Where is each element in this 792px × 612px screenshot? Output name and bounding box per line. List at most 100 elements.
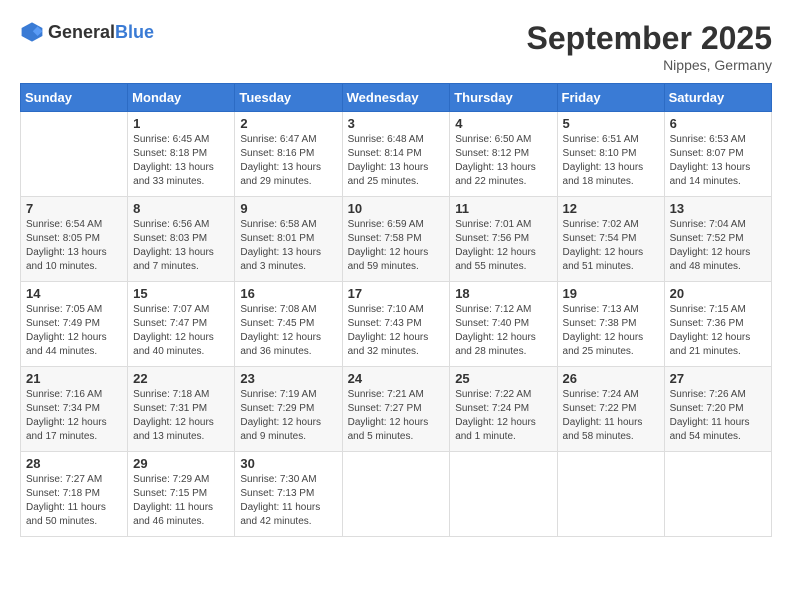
day-number: 1 <box>133 116 229 131</box>
calendar-cell: 12Sunrise: 7:02 AMSunset: 7:54 PMDayligh… <box>557 197 664 282</box>
day-info: Sunrise: 7:27 AMSunset: 7:18 PMDaylight:… <box>26 473 122 529</box>
calendar-header: SundayMondayTuesdayWednesdayThursdayFrid… <box>21 84 772 112</box>
day-info: Sunrise: 7:04 AMSunset: 7:52 PMDaylight:… <box>670 218 766 274</box>
day-number: 22 <box>133 371 229 386</box>
day-info: Sunrise: 6:58 AMSunset: 8:01 PMDaylight:… <box>240 218 336 274</box>
day-number: 6 <box>670 116 766 131</box>
day-number: 27 <box>670 371 766 386</box>
day-info: Sunrise: 7:01 AMSunset: 7:56 PMDaylight:… <box>455 218 551 274</box>
day-info: Sunrise: 6:51 AMSunset: 8:10 PMDaylight:… <box>563 133 659 189</box>
day-number: 2 <box>240 116 336 131</box>
day-number: 7 <box>26 201 122 216</box>
calendar-week-row: 7 Sunrise: 6:54 AMSunset: 8:05 PMDaylight… <box>21 197 772 282</box>
calendar-cell <box>664 452 771 537</box>
day-number: 13 <box>670 201 766 216</box>
day-of-week-header: Saturday <box>664 84 771 112</box>
day-info: Sunrise: 7:30 AMSunset: 7:13 PMDaylight:… <box>240 473 336 529</box>
day-number: 17 <box>348 286 445 301</box>
day-info: Sunrise: 6:45 AMSunset: 8:18 PMDaylight:… <box>133 133 229 189</box>
location: Nippes, Germany <box>527 57 772 73</box>
calendar-cell: 10 Sunrise: 6:59 AMSunset: 7:58 PMDayligh… <box>342 197 450 282</box>
day-of-week-header: Thursday <box>450 84 557 112</box>
calendar-cell <box>342 452 450 537</box>
calendar-table: SundayMondayTuesdayWednesdayThursdayFrid… <box>20 83 772 537</box>
day-number: 11 <box>455 201 551 216</box>
calendar-cell: 16 Sunrise: 7:08 AMSunset: 7:45 PMDayligh… <box>235 282 342 367</box>
day-of-week-header: Tuesday <box>235 84 342 112</box>
calendar-cell: 23Sunrise: 7:19 AMSunset: 7:29 PMDayligh… <box>235 367 342 452</box>
calendar-cell: 1 Sunrise: 6:45 AMSunset: 8:18 PMDaylight… <box>128 112 235 197</box>
calendar-week-row: 21Sunrise: 7:16 AMSunset: 7:34 PMDayligh… <box>21 367 772 452</box>
day-info: Sunrise: 7:10 AMSunset: 7:43 PMDaylight:… <box>348 303 445 359</box>
day-of-week-header: Wednesday <box>342 84 450 112</box>
calendar-cell: 8 Sunrise: 6:56 AMSunset: 8:03 PMDaylight… <box>128 197 235 282</box>
day-number: 19 <box>563 286 659 301</box>
calendar-cell: 20 Sunrise: 7:15 AMSunset: 7:36 PMDayligh… <box>664 282 771 367</box>
calendar-cell: 30 Sunrise: 7:30 AMSunset: 7:13 PMDayligh… <box>235 452 342 537</box>
calendar-week-row: 28Sunrise: 7:27 AMSunset: 7:18 PMDayligh… <box>21 452 772 537</box>
calendar-cell <box>21 112 128 197</box>
day-number: 16 <box>240 286 336 301</box>
calendar-cell: 24 Sunrise: 7:21 AMSunset: 7:27 PMDayligh… <box>342 367 450 452</box>
calendar-cell: 18 Sunrise: 7:12 AMSunset: 7:40 PMDayligh… <box>450 282 557 367</box>
calendar-cell: 13 Sunrise: 7:04 AMSunset: 7:52 PMDayligh… <box>664 197 771 282</box>
day-info: Sunrise: 7:29 AMSunset: 7:15 PMDaylight:… <box>133 473 229 529</box>
day-number: 18 <box>455 286 551 301</box>
calendar-cell: 3 Sunrise: 6:48 AMSunset: 8:14 PMDaylight… <box>342 112 450 197</box>
day-number: 23 <box>240 371 336 386</box>
day-info: Sunrise: 6:48 AMSunset: 8:14 PMDaylight:… <box>348 133 445 189</box>
day-info: Sunrise: 7:07 AMSunset: 7:47 PMDaylight:… <box>133 303 229 359</box>
calendar-cell: 21Sunrise: 7:16 AMSunset: 7:34 PMDayligh… <box>21 367 128 452</box>
day-number: 21 <box>26 371 122 386</box>
day-number: 14 <box>26 286 122 301</box>
day-number: 25 <box>455 371 551 386</box>
day-info: Sunrise: 6:47 AMSunset: 8:16 PMDaylight:… <box>240 133 336 189</box>
day-info: Sunrise: 7:26 AMSunset: 7:20 PMDaylight:… <box>670 388 766 444</box>
month-title: September 2025 <box>527 20 772 57</box>
day-number: 20 <box>670 286 766 301</box>
day-number: 24 <box>348 371 445 386</box>
calendar-cell: 4 Sunrise: 6:50 AMSunset: 8:12 PMDaylight… <box>450 112 557 197</box>
day-info: Sunrise: 7:05 AMSunset: 7:49 PMDaylight:… <box>26 303 122 359</box>
calendar-cell <box>450 452 557 537</box>
day-of-week-header: Friday <box>557 84 664 112</box>
day-number: 10 <box>348 201 445 216</box>
calendar-cell: 14 Sunrise: 7:05 AMSunset: 7:49 PMDayligh… <box>21 282 128 367</box>
day-number: 3 <box>348 116 445 131</box>
day-of-week-header: Monday <box>128 84 235 112</box>
day-number: 8 <box>133 201 229 216</box>
calendar-cell: 27 Sunrise: 7:26 AMSunset: 7:20 PMDayligh… <box>664 367 771 452</box>
calendar-cell: 17 Sunrise: 7:10 AMSunset: 7:43 PMDayligh… <box>342 282 450 367</box>
calendar-cell: 11 Sunrise: 7:01 AMSunset: 7:56 PMDayligh… <box>450 197 557 282</box>
day-info: Sunrise: 7:18 AMSunset: 7:31 PMDaylight:… <box>133 388 229 444</box>
day-info: Sunrise: 6:50 AMSunset: 8:12 PMDaylight:… <box>455 133 551 189</box>
logo: GeneralBlue <box>20 20 154 44</box>
day-info: Sunrise: 7:02 AMSunset: 7:54 PMDaylight:… <box>563 218 659 274</box>
day-number: 26 <box>563 371 659 386</box>
day-number: 30 <box>240 456 336 471</box>
day-info: Sunrise: 7:21 AMSunset: 7:27 PMDaylight:… <box>348 388 445 444</box>
day-of-week-header: Sunday <box>21 84 128 112</box>
day-info: Sunrise: 7:12 AMSunset: 7:40 PMDaylight:… <box>455 303 551 359</box>
day-number: 15 <box>133 286 229 301</box>
header-row: SundayMondayTuesdayWednesdayThursdayFrid… <box>21 84 772 112</box>
day-number: 29 <box>133 456 229 471</box>
calendar-body: 1 Sunrise: 6:45 AMSunset: 8:18 PMDaylight… <box>21 112 772 537</box>
day-info: Sunrise: 7:22 AMSunset: 7:24 PMDaylight:… <box>455 388 551 444</box>
calendar-cell: 2 Sunrise: 6:47 AMSunset: 8:16 PMDaylight… <box>235 112 342 197</box>
calendar-cell: 6 Sunrise: 6:53 AMSunset: 8:07 PMDaylight… <box>664 112 771 197</box>
day-info: Sunrise: 7:08 AMSunset: 7:45 PMDaylight:… <box>240 303 336 359</box>
calendar-cell <box>557 452 664 537</box>
calendar-cell: 29 Sunrise: 7:29 AMSunset: 7:15 PMDayligh… <box>128 452 235 537</box>
day-info: Sunrise: 6:53 AMSunset: 8:07 PMDaylight:… <box>670 133 766 189</box>
calendar-cell: 7 Sunrise: 6:54 AMSunset: 8:05 PMDaylight… <box>21 197 128 282</box>
logo-icon <box>20 20 44 44</box>
day-number: 4 <box>455 116 551 131</box>
day-info: Sunrise: 6:54 AMSunset: 8:05 PMDaylight:… <box>26 218 122 274</box>
day-info: Sunrise: 7:15 AMSunset: 7:36 PMDaylight:… <box>670 303 766 359</box>
calendar-cell: 5 Sunrise: 6:51 AMSunset: 8:10 PMDaylight… <box>557 112 664 197</box>
calendar-cell: 15 Sunrise: 7:07 AMSunset: 7:47 PMDayligh… <box>128 282 235 367</box>
day-info: Sunrise: 6:59 AMSunset: 7:58 PMDaylight:… <box>348 218 445 274</box>
day-number: 5 <box>563 116 659 131</box>
day-info: Sunrise: 6:56 AMSunset: 8:03 PMDaylight:… <box>133 218 229 274</box>
